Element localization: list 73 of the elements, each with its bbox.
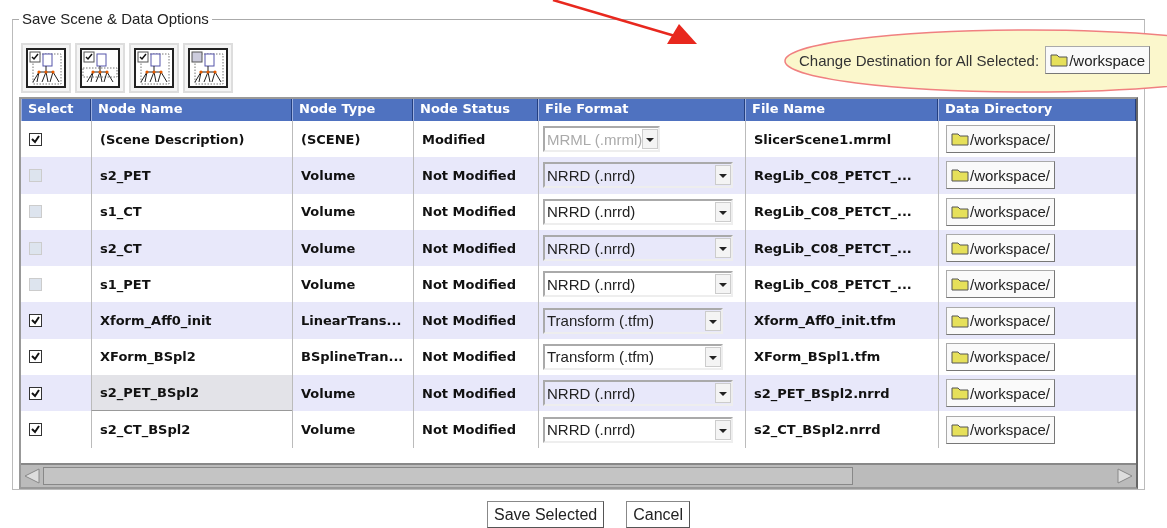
select-checkbox[interactable]	[29, 350, 42, 364]
destination-label: Change Destination for All Selected:	[798, 51, 1040, 69]
caret-icon	[642, 129, 659, 150]
file-format-dropdown[interactable]: NRRD (.nrrd)	[543, 235, 733, 262]
tree-selection-icon	[26, 48, 66, 88]
folder-icon	[951, 132, 969, 147]
node-status-cell: Not Modified	[413, 302, 538, 339]
tree-selection-icon	[188, 48, 228, 88]
select-checkbox[interactable]	[29, 423, 42, 436]
cancel-button[interactable]: Cancel	[626, 501, 690, 528]
folder-icon	[951, 168, 969, 183]
folder-icon	[951, 204, 969, 219]
caret-icon	[715, 238, 731, 259]
caret-icon	[705, 310, 721, 331]
folder-icon	[951, 313, 969, 328]
node-status-cell: Not Modified	[413, 193, 538, 230]
file-name-cell: s2_CT_BSpl2.nrrd	[745, 411, 938, 448]
node-name-cell[interactable]: s2_PET	[91, 157, 292, 194]
directory-button[interactable]: /workspace/	[946, 415, 1056, 444]
file-name-cell: Xform_Aff0_init.tfm	[745, 302, 938, 339]
file-format-dropdown[interactable]: NRRD (.nrrd)	[543, 380, 733, 407]
file-name-cell: RegLib_C08_PETCT_...	[745, 193, 938, 230]
folder-icon	[951, 241, 969, 256]
caret-icon	[715, 383, 731, 404]
caret-icon	[715, 274, 731, 295]
tree-select-button[interactable]	[75, 43, 125, 93]
directory-button[interactable]: /workspace/	[946, 270, 1056, 299]
folder-icon	[951, 349, 969, 364]
directory-button[interactable]: /workspace/	[946, 379, 1056, 408]
folder-icon	[951, 422, 969, 437]
select-checkbox[interactable]	[29, 386, 42, 400]
select-checkbox[interactable]	[29, 132, 42, 146]
tree-select-button[interactable]	[129, 43, 179, 93]
caret-icon	[705, 346, 721, 367]
panel-title: Save Scene & Data Options	[19, 10, 212, 28]
tree-selection-icon	[134, 48, 174, 88]
folder-icon	[951, 386, 969, 401]
directory-button[interactable]: /workspace/	[946, 161, 1056, 190]
node-name-cell[interactable]: s2_CT_BSpl2	[91, 411, 292, 448]
caret-icon	[715, 419, 731, 440]
file-format-dropdown[interactable]: NRRD (.nrrd)	[543, 416, 733, 443]
scroll-thumb[interactable]	[43, 467, 853, 485]
directory-button[interactable]: /workspace/	[946, 342, 1056, 371]
directory-button[interactable]: /workspace/	[946, 125, 1056, 154]
node-status-cell: Not Modified	[413, 157, 538, 194]
node-name-cell[interactable]: s1_CT	[91, 193, 292, 230]
file-name-cell: RegLib_C08_PETCT_...	[745, 157, 938, 194]
file-format-dropdown[interactable]: Transform (.tfm)	[543, 307, 723, 334]
node-name-cell[interactable]: s2_PET_BSpl2	[91, 375, 292, 412]
select-checkbox[interactable]	[29, 314, 42, 328]
save-button[interactable]: Save Selected	[487, 501, 605, 528]
file-format-dropdown[interactable]: NRRD (.nrrd)	[543, 162, 733, 189]
directory-button[interactable]: /workspace/	[946, 306, 1056, 335]
tree-select-button[interactable]	[21, 43, 71, 93]
directory-button[interactable]: /workspace/	[946, 197, 1056, 226]
node-name-cell[interactable]: Xform_Aff0_init	[91, 302, 292, 339]
caret-icon	[715, 165, 731, 186]
node-type-cell: Volume	[292, 157, 413, 194]
folder-icon	[1050, 53, 1069, 67]
tree-select-button[interactable]	[183, 43, 233, 93]
file-format-dropdown[interactable]: Transform (.tfm)	[543, 343, 723, 370]
node-type-cell: Volume	[292, 193, 413, 230]
node-type-cell: LinearTrans...	[292, 302, 413, 339]
file-format-dropdown[interactable]: NRRD (.nrrd)	[543, 271, 733, 298]
destination-folder-button[interactable]: /workspace	[1045, 46, 1150, 74]
file-format-dropdown[interactable]: NRRD (.nrrd)	[543, 198, 733, 225]
node-status-cell: Not Modified	[413, 411, 538, 448]
folder-icon	[951, 277, 969, 292]
directory-button[interactable]: /workspace/	[946, 234, 1056, 263]
tree-selection-icon	[80, 48, 120, 88]
caret-icon	[715, 201, 731, 222]
node-type-cell: Volume	[292, 411, 413, 448]
horizontal-scrollbar[interactable]	[21, 463, 1136, 487]
